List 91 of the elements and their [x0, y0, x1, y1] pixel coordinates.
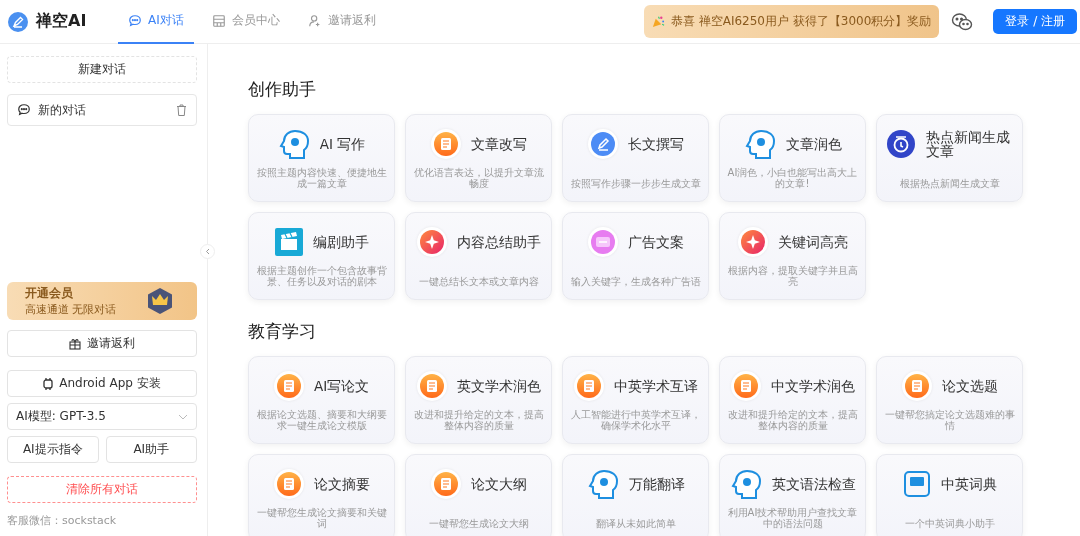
news-icon: [885, 129, 916, 159]
chat-icon: [17, 103, 31, 117]
tool-card[interactable]: 关键词高亮 根据内容，提取关键字并且高亮: [719, 212, 866, 300]
card-description: 根据内容，提取关键字并且高亮: [726, 265, 859, 287]
card-title: 关键词高亮: [777, 234, 848, 250]
tool-card[interactable]: 热点新闻生成文章 根据热点新闻生成文章: [876, 114, 1023, 202]
card-title: 广告文案: [627, 234, 684, 250]
document-icon: [576, 374, 601, 398]
card-description: 输入关键字，生成各种广告语: [569, 276, 702, 287]
card-description: 翻译从未如此简单: [594, 518, 677, 529]
wechat-icon[interactable]: [951, 11, 974, 32]
document-icon: [733, 374, 758, 398]
card-title: AI 写作: [319, 136, 366, 152]
tool-card[interactable]: 中文学术润色 改进和提升给定的文本，提高整体内容的质量: [719, 356, 866, 444]
card-title: 热点新闻生成文章: [925, 129, 1011, 159]
card-title: 长文撰写: [627, 136, 684, 152]
chevron-down-icon: [178, 413, 188, 420]
party-popper-icon: [651, 15, 665, 28]
card-title: 文章润色: [785, 136, 842, 152]
tool-card[interactable]: 文章改写 优化语言表达，以提升文章流畅度: [405, 114, 552, 202]
card-description: 优化语言表达，以提升文章流畅度: [412, 167, 545, 189]
collapse-handle[interactable]: [200, 244, 215, 259]
notification-text: 恭喜 禅空AI6250用户 获得了【3000积分】奖励: [670, 13, 932, 30]
chat-icon: [128, 13, 142, 28]
card-title: 编剧助手: [312, 234, 369, 250]
document-icon: [433, 472, 458, 496]
card-title: 中英词典: [940, 476, 997, 492]
head-icon: [586, 468, 619, 500]
ai-assistant-button[interactable]: AI助手: [105, 436, 197, 463]
card-title: 英文语法检查: [771, 476, 856, 492]
card-title: 万能翻译: [628, 476, 685, 492]
chevron-left-icon: [205, 248, 210, 255]
card-description: 利用AI技术帮助用户查找文章中的语法问题: [726, 507, 859, 529]
tool-card[interactable]: 英文语法检查 利用AI技术帮助用户查找文章中的语法问题: [719, 454, 866, 536]
document-icon: [276, 374, 301, 398]
document-icon: [904, 374, 929, 398]
vip-title: 开通会员: [25, 285, 74, 302]
head-icon: [277, 128, 310, 160]
support-wechat-text: 客服微信：sockstack: [7, 513, 118, 528]
store-icon: [211, 13, 226, 28]
tool-card[interactable]: 文章润色 AI润色，小白也能写出高大上的文章!: [719, 114, 866, 202]
card-title: 英文学术润色: [456, 378, 541, 394]
document-icon: [276, 472, 301, 496]
user-add-icon: [307, 13, 322, 28]
model-select[interactable]: AI模型: GPT-3.5: [7, 403, 197, 430]
login-button[interactable]: 登录 / 注册: [993, 9, 1077, 34]
tool-card[interactable]: 中英学术互译 人工智能进行中英学术互译，确保学术化水平: [562, 356, 709, 444]
invite-button[interactable]: 邀请返利: [7, 330, 197, 357]
card-title: 内容总结助手: [456, 234, 541, 250]
android-icon: [43, 377, 54, 390]
card-title: 论文选题: [941, 378, 998, 394]
android-install-button[interactable]: Android App 安装: [7, 370, 197, 397]
new-chat-button[interactable]: 新建对话: [7, 56, 197, 83]
nav-tab[interactable]: AI对话: [118, 0, 194, 44]
document-icon: [433, 132, 458, 156]
trash-icon[interactable]: [176, 104, 187, 116]
card-title: 论文大纲: [470, 476, 527, 492]
logo-icon: [8, 11, 28, 32]
vip-subtitle: 高速通道 无限对话: [25, 302, 117, 317]
section-title: 创作助手: [248, 78, 317, 101]
card-title: AI写论文: [313, 378, 370, 394]
conversation-item[interactable]: 新的对话: [7, 94, 197, 126]
sparkle-badge-icon: [740, 230, 765, 254]
tool-card[interactable]: 万能翻译 翻译从未如此简单: [562, 454, 709, 536]
crown-badge-icon: [147, 287, 173, 315]
card-title: 文章改写: [470, 136, 527, 152]
sparkle-badge-icon: [419, 230, 444, 254]
card-description: 人工智能进行中英学术互译，确保学术化水平: [569, 409, 702, 431]
clapper-icon: [274, 228, 303, 256]
gift-icon: [69, 337, 81, 350]
card-title: 中文学术润色: [770, 378, 855, 394]
card-description: 改进和提升给定的文本，提高整体内容的质量: [726, 409, 859, 431]
vip-promo-card[interactable]: 开通会员 高速通道 无限对话: [7, 282, 197, 320]
prompt-commands-button[interactable]: AI提示指令: [7, 436, 99, 463]
tool-card[interactable]: 英文学术润色 改进和提升给定的文本，提高整体内容的质量: [405, 356, 552, 444]
card-description: 改进和提升给定的文本，提高整体内容的质量: [412, 409, 545, 431]
conversation-title: 新的对话: [38, 101, 87, 119]
card-description: AI润色，小白也能写出高大上的文章!: [726, 167, 859, 189]
model-select-value: AI模型: GPT-3.5: [16, 408, 106, 425]
pen-icon: [590, 132, 615, 156]
app-logo-text: 禅空AI: [36, 11, 87, 32]
ad-card-icon: [590, 230, 615, 254]
head-icon: [743, 128, 776, 160]
document-icon: [419, 374, 444, 398]
card-description: 根据热点新闻生成文章: [898, 178, 1001, 189]
card-title: 论文摘要: [313, 476, 370, 492]
section-title: 教育学习: [248, 320, 317, 343]
dictionary-icon: [902, 470, 931, 498]
tool-card[interactable]: 广告文案 输入关键字，生成各种广告语: [562, 212, 709, 300]
card-title: 中英学术互译: [613, 378, 698, 394]
head-icon: [729, 468, 762, 500]
